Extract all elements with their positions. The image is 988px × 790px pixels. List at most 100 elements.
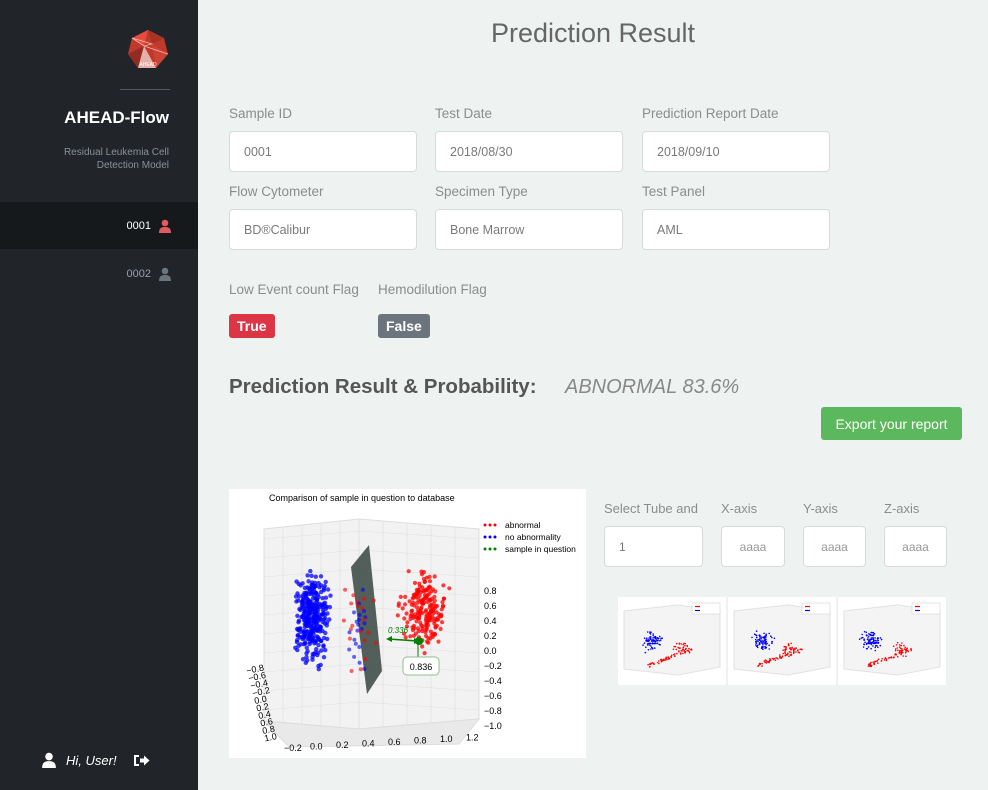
abnormal-point bbox=[413, 631, 418, 636]
z-tick-label: 0.0 bbox=[484, 646, 497, 656]
abnormal-point bbox=[408, 616, 413, 622]
no-abnormality-point bbox=[357, 612, 362, 617]
sidebar-item-label: 0001 bbox=[126, 219, 151, 232]
export-report-button[interactable]: Export your report bbox=[821, 407, 962, 440]
abnormal-point bbox=[407, 599, 412, 604]
no-abnormality-point bbox=[352, 610, 356, 615]
tube-plot-thumbnail-1[interactable] bbox=[618, 597, 726, 685]
abnormal-point bbox=[415, 615, 420, 620]
y-axis-input[interactable]: aaaa bbox=[803, 526, 866, 567]
no-abnormality-point bbox=[305, 649, 310, 654]
abnormal-point bbox=[434, 610, 439, 615]
no-abnormality-point bbox=[300, 604, 305, 610]
cytometer-field[interactable]: BD®Calibur bbox=[229, 209, 417, 250]
user-icon bbox=[159, 267, 171, 281]
no-abnormality-point bbox=[310, 657, 315, 662]
abnormal-point bbox=[419, 600, 424, 605]
no-abnormality-point bbox=[315, 628, 320, 633]
no-abnormality-point bbox=[362, 666, 367, 671]
abnormal-point bbox=[434, 603, 439, 609]
abnormal-point bbox=[440, 620, 445, 625]
result-heading: Prediction Result & Probability: bbox=[229, 375, 537, 398]
no-abnormality-point bbox=[320, 619, 325, 625]
y-axis-label: Y-axis bbox=[803, 501, 838, 516]
abnormal-point bbox=[419, 569, 424, 574]
no-abnormality-point bbox=[308, 601, 313, 607]
abnormal-point bbox=[358, 629, 363, 634]
no-abnormality-point bbox=[311, 629, 316, 634]
hemodilution-flag-label: Hemodilution Flag bbox=[378, 282, 487, 297]
sample-id-label: Sample ID bbox=[229, 106, 293, 121]
no-abnormality-point bbox=[308, 623, 313, 628]
z-axis-input[interactable]: aaaa bbox=[884, 526, 947, 567]
abnormal-point bbox=[408, 634, 413, 639]
z-tick-label: 0.4 bbox=[484, 616, 497, 626]
comparison-chart: Comparison of sample in question to data… bbox=[229, 489, 586, 758]
abnormal-point bbox=[341, 618, 346, 623]
abnormal-point bbox=[395, 613, 400, 618]
no-abnormality-point bbox=[319, 589, 324, 595]
abnormal-point bbox=[442, 596, 447, 601]
no-abnormality-point bbox=[321, 655, 327, 660]
tube-plot-thumbnail-2[interactable] bbox=[728, 597, 836, 685]
sample-point bbox=[415, 637, 423, 645]
abnormal-point bbox=[422, 651, 427, 656]
no-abnormality-point bbox=[294, 579, 299, 584]
hemodilution-flag-badge: False bbox=[378, 314, 430, 338]
sample-id-field[interactable]: 0001 bbox=[229, 131, 417, 172]
abnormal-point bbox=[447, 586, 452, 591]
report-date-field[interactable]: 2018/09/10 bbox=[642, 131, 830, 172]
no-abnormality-point bbox=[294, 639, 300, 645]
x-axis-input[interactable]: aaaa bbox=[721, 526, 785, 567]
x-tick-label: −0.2 bbox=[284, 743, 302, 753]
x-axis-label: X-axis bbox=[721, 501, 758, 516]
legend-entry: no abnormality bbox=[505, 532, 562, 542]
abnormal-point bbox=[439, 614, 444, 619]
abnormal-point bbox=[347, 636, 352, 641]
abnormal-point bbox=[404, 611, 409, 616]
z-tick-label: 0.8 bbox=[484, 586, 497, 596]
z-tick-label: 0.2 bbox=[484, 631, 497, 641]
x-tick-label: 0.0 bbox=[310, 742, 323, 752]
no-abnormality-point bbox=[295, 591, 300, 596]
legend-marker bbox=[493, 547, 497, 551]
abnormal-point bbox=[396, 603, 401, 608]
no-abnormality-point bbox=[299, 634, 304, 639]
no-abnormality-point bbox=[315, 608, 321, 613]
test-date-field[interactable]: 2018/08/30 bbox=[435, 131, 623, 172]
cytometer-label: Flow Cytometer bbox=[229, 184, 324, 199]
z-tick-label: −0.6 bbox=[484, 691, 502, 701]
specimen-label: Specimen Type bbox=[435, 184, 528, 199]
panel-field[interactable]: AML bbox=[642, 209, 830, 250]
tube-plot-thumbnail-3[interactable] bbox=[838, 597, 946, 685]
abnormal-point bbox=[343, 587, 348, 592]
abnormal-point bbox=[427, 574, 432, 579]
no-abnormality-point bbox=[312, 602, 317, 608]
abnormal-point bbox=[429, 596, 435, 601]
abnormal-point bbox=[400, 606, 405, 611]
abnormal-point bbox=[366, 630, 371, 635]
no-abnormality-point bbox=[362, 609, 366, 613]
z-tick-label: −0.2 bbox=[484, 661, 502, 671]
page-title: Prediction Result bbox=[490, 18, 696, 48]
no-abnormality-point bbox=[296, 620, 301, 625]
sidebar: AHEAD AHEAD-Flow Residual Leukemia Cell … bbox=[0, 0, 198, 790]
z-tick-label: −1.0 bbox=[484, 721, 502, 731]
sidebar-item-0002[interactable]: 0002 bbox=[0, 250, 198, 297]
tube-select-input[interactable]: 1 bbox=[604, 526, 703, 567]
abnormal-point bbox=[415, 626, 421, 631]
specimen-field[interactable]: Bone Marrow bbox=[435, 209, 623, 250]
logout-icon[interactable] bbox=[133, 753, 150, 768]
abnormal-point bbox=[427, 579, 433, 584]
no-abnormality-point bbox=[322, 612, 328, 618]
legend-marker bbox=[483, 535, 487, 539]
abnormal-point bbox=[402, 602, 408, 607]
no-abnormality-point bbox=[303, 640, 308, 645]
chart-title: Comparison of sample in question to data… bbox=[269, 493, 455, 503]
abnormal-point bbox=[398, 594, 403, 599]
sidebar-item-0001[interactable]: 0001 bbox=[0, 202, 198, 249]
no-abnormality-point bbox=[300, 613, 306, 619]
user-area: Hi, User! bbox=[42, 752, 150, 768]
ahead-logo: AHEAD bbox=[128, 30, 169, 68]
abnormal-point bbox=[420, 610, 425, 615]
